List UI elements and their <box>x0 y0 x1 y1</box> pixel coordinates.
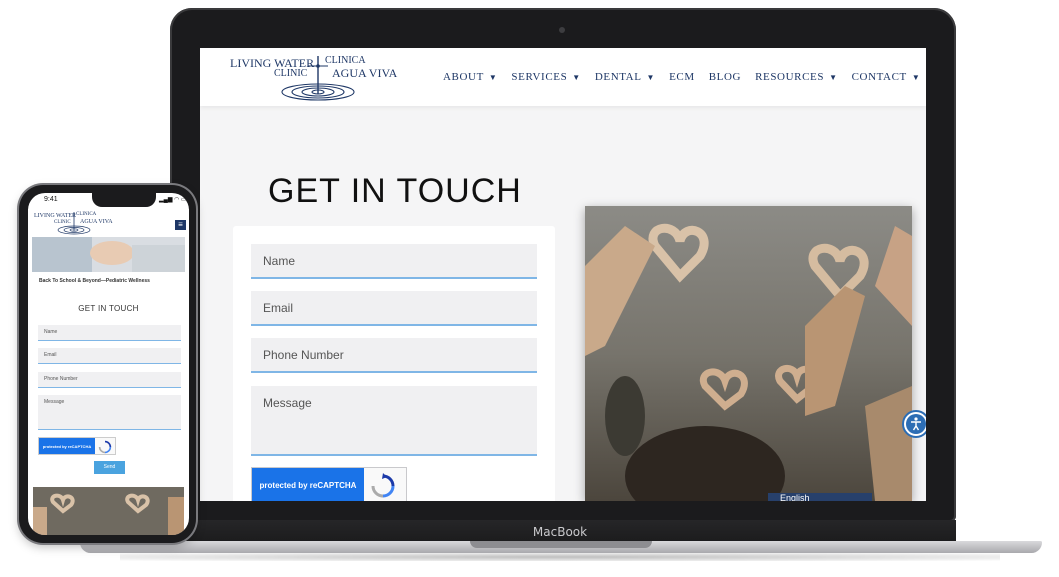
recaptcha-label: protected by reCAPTCHA <box>39 438 95 454</box>
contact-form: protected by reCAPTCHA <box>233 226 555 501</box>
hearts-photo <box>585 206 912 501</box>
mobile-header: LIVING WATER CLINICA CLINIC AGUA VIVA ≡ <box>28 209 189 237</box>
caret-down-icon: ▼ <box>829 72 838 82</box>
caret-down-icon: ▼ <box>646 72 656 82</box>
mobile-banner-image <box>32 237 185 272</box>
signal-wifi-battery-icon: ▂▄▆ ◠ ▭ <box>159 197 187 203</box>
nav-label: ABOUT <box>443 71 484 83</box>
phone-clock: 9:41 <box>44 196 58 203</box>
nav-label: ECM <box>669 71 695 83</box>
recaptcha-icon <box>371 473 395 498</box>
nav-label: DENTAL <box>594 71 642 83</box>
pediatric-banner-image <box>32 237 185 272</box>
accessibility-button[interactable] <box>902 410 926 438</box>
hands-heart-image <box>33 487 184 535</box>
language-selector[interactable]: English <box>768 493 872 501</box>
nav-ecm[interactable]: ECM <box>669 71 695 83</box>
caret-down-icon: ▼ <box>572 72 581 82</box>
phone-screen: 9:41 ▂▄▆ ◠ ▭ LIVING WATER CLINICA CLINIC… <box>28 193 189 535</box>
laptop-brand: MacBook <box>532 525 588 539</box>
phone-notch <box>92 193 156 207</box>
nav-contact[interactable]: CONTACT ▼ <box>852 71 921 83</box>
caret-down-icon: ▼ <box>911 72 921 82</box>
send-button[interactable]: Send <box>94 461 125 474</box>
laptop-screen: LIVING WATER CLINICA CLINIC AGUA VIVA AB… <box>200 48 926 501</box>
accessibility-icon <box>906 414 926 434</box>
mobile-logo[interactable]: LIVING WATER CLINICA CLINIC AGUA VIVA <box>34 211 114 235</box>
page-title: GET IN TOUCH <box>268 172 522 210</box>
phone-field[interactable] <box>251 338 537 373</box>
caret-down-icon: ▼ <box>488 72 498 82</box>
nav-resources[interactable]: RESOURCES ▼ <box>755 71 838 83</box>
message-field[interactable] <box>251 386 537 456</box>
mobile-phone-field[interactable]: Phone Number <box>38 372 181 388</box>
banner-caption[interactable]: Back To School & Beyond—Pediatric Wellne… <box>39 278 150 284</box>
mobile-email-field[interactable]: Email <box>38 348 181 364</box>
water-drop-logo-icon <box>57 212 91 235</box>
hands-heart-image <box>585 206 912 501</box>
mobile-page-title: GET IN TOUCH <box>78 304 139 313</box>
camera <box>559 27 565 33</box>
recaptcha-label: protected by reCAPTCHA <box>252 468 364 501</box>
site-header: LIVING WATER CLINICA CLINIC AGUA VIVA AB… <box>200 48 926 106</box>
main-nav: ABOUT ▼ SERVICES ▼ DENTAL ▼ ECM BLOG RESOUR… <box>443 71 926 83</box>
email-field[interactable] <box>251 291 537 326</box>
mobile-name-field[interactable]: Name <box>38 325 181 341</box>
nav-label: BLOG <box>708 71 742 83</box>
mobile-hearts-photo <box>33 487 184 535</box>
laptop-shadow <box>120 553 1000 561</box>
site-logo[interactable]: LIVING WATER CLINICA CLINIC AGUA VIVA <box>230 54 400 102</box>
water-drop-logo-icon <box>281 56 355 101</box>
hamburger-menu-icon[interactable]: ≡ <box>175 220 186 230</box>
mobile-message-field[interactable]: Message <box>38 395 181 430</box>
recaptcha-icon <box>98 440 112 454</box>
name-field[interactable] <box>251 244 537 279</box>
recaptcha-widget[interactable]: protected by reCAPTCHA <box>251 467 407 501</box>
nav-services[interactable]: SERVICES ▼ <box>511 71 580 83</box>
mobile-recaptcha-widget[interactable]: protected by reCAPTCHA <box>38 437 116 455</box>
nav-about[interactable]: ABOUT ▼ <box>443 71 497 83</box>
nav-label: CONTACT <box>851 71 907 83</box>
nav-label: RESOURCES <box>755 71 825 83</box>
laptop-notch <box>470 541 652 548</box>
nav-label: SERVICES <box>511 71 568 83</box>
nav-dental[interactable]: DENTAL ▼ <box>595 71 655 83</box>
nav-blog[interactable]: BLOG <box>709 71 741 83</box>
